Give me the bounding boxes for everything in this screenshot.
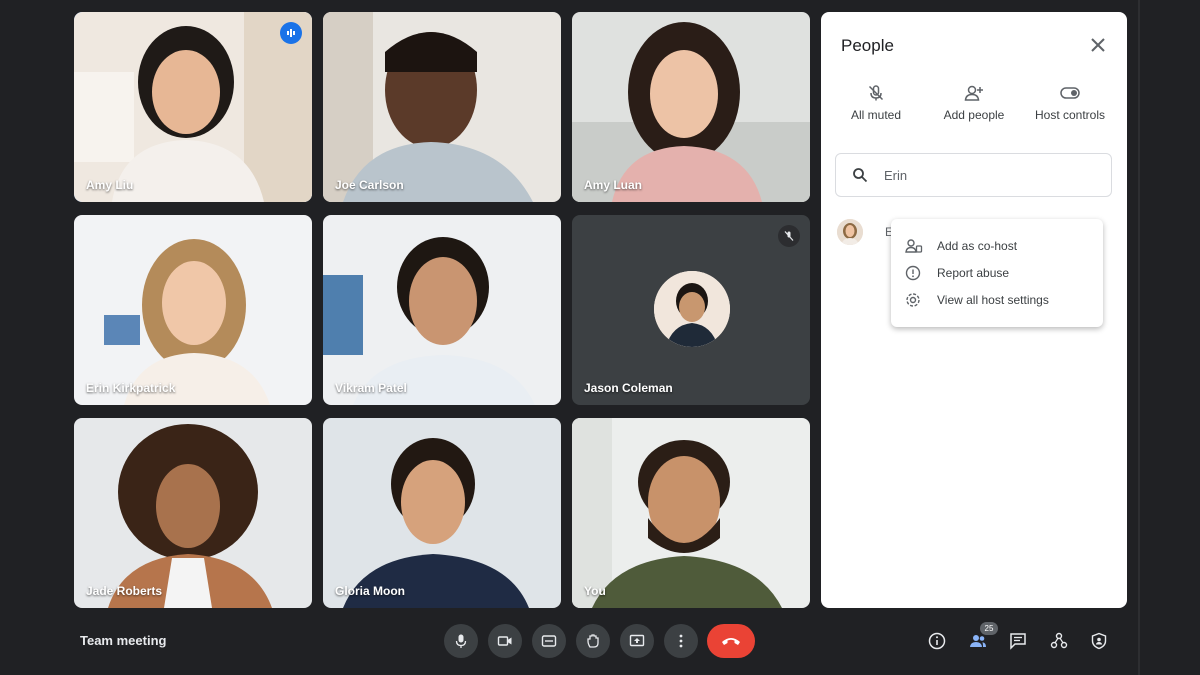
menu-item-label: Report abuse xyxy=(937,266,1010,280)
mic-off-icon xyxy=(784,231,794,241)
meeting-info-icon[interactable] xyxy=(928,632,946,650)
more-options-button[interactable] xyxy=(664,624,698,658)
all-muted-button[interactable]: All muted xyxy=(831,84,921,122)
meeting-title: Team meeting xyxy=(80,633,167,648)
menu-item-label: View all host settings xyxy=(937,293,1049,307)
speaking-indicator xyxy=(280,22,302,44)
participant-video xyxy=(74,215,312,405)
avatar xyxy=(837,219,863,245)
participant-name: Joe Carlson xyxy=(335,178,404,192)
menu-item-add-cohost[interactable]: Add as co-host xyxy=(905,236,1095,256)
raise-hand-button[interactable] xyxy=(576,624,610,658)
search-input[interactable] xyxy=(884,167,1084,183)
participant-video xyxy=(323,12,561,202)
people-count-badge: 25 xyxy=(980,622,998,635)
participant-tile[interactable]: Amy Liu xyxy=(74,12,312,202)
participant-tile[interactable]: You xyxy=(572,418,810,608)
close-icon[interactable] xyxy=(1089,36,1107,54)
present-button[interactable] xyxy=(620,624,654,658)
people-search[interactable] xyxy=(835,153,1112,197)
participant-name: Vikram Patel xyxy=(335,381,407,395)
menu-item-host-settings[interactable]: View all host settings xyxy=(905,290,1095,310)
participant-video xyxy=(572,12,810,202)
participant-video xyxy=(74,12,312,202)
muted-indicator xyxy=(778,225,800,247)
avatar xyxy=(654,271,730,347)
participant-video xyxy=(323,215,561,405)
participant-tile[interactable]: Gloria Moon xyxy=(323,418,561,608)
mic-icon xyxy=(455,634,467,648)
cohost-icon xyxy=(905,239,923,253)
window-edge xyxy=(1138,0,1140,675)
host-controls-label: Host controls xyxy=(1034,108,1106,122)
meet-window: Amy Liu Joe Carlson Amy Luan Erin Kirkpa… xyxy=(0,0,1200,675)
participant-name: Amy Luan xyxy=(584,178,643,192)
search-icon xyxy=(853,168,868,183)
participant-name: Erin Kirkpatrick xyxy=(86,381,176,395)
report-icon xyxy=(905,265,921,281)
participant-tile[interactable]: Erin Kirkpatrick xyxy=(74,215,312,405)
participant-video xyxy=(572,418,810,608)
participant-tile[interactable]: Jason Coleman xyxy=(572,215,810,405)
end-call-button[interactable] xyxy=(707,624,755,658)
participant-tile[interactable]: Joe Carlson xyxy=(323,12,561,202)
participant-name: Gloria Moon xyxy=(335,584,405,598)
add-people-button[interactable]: Add people xyxy=(929,84,1019,122)
captions-icon xyxy=(541,635,557,647)
camera-button[interactable] xyxy=(488,624,522,658)
menu-item-label: Add as co-host xyxy=(937,239,1018,253)
add-people-label: Add people xyxy=(943,108,1005,122)
toggle-icon xyxy=(1060,87,1080,99)
participant-name: You xyxy=(584,584,606,598)
more-vert-icon xyxy=(679,634,683,648)
camera-icon xyxy=(497,636,512,646)
participant-tile[interactable]: Amy Luan xyxy=(572,12,810,202)
panel-title: People xyxy=(841,36,894,55)
participant-tile[interactable]: Jade Roberts xyxy=(74,418,312,608)
all-muted-label: All muted xyxy=(850,108,902,122)
hand-icon xyxy=(587,634,599,648)
mic-button[interactable] xyxy=(444,624,478,658)
participant-video xyxy=(74,418,312,608)
activities-icon[interactable] xyxy=(1050,632,1068,650)
participant-tile[interactable]: Vikram Patel xyxy=(323,215,561,405)
hang-up-icon xyxy=(722,638,740,645)
add-person-icon xyxy=(964,85,983,101)
participant-name: Jade Roberts xyxy=(86,584,163,598)
volume-icon xyxy=(287,29,295,37)
participant-name: Jason Coleman xyxy=(584,381,673,395)
mic-off-icon xyxy=(868,85,884,101)
chat-icon[interactable] xyxy=(1009,632,1027,650)
host-controls-button[interactable]: Host controls xyxy=(1025,84,1115,122)
menu-item-report-abuse[interactable]: Report abuse xyxy=(905,263,1095,283)
present-screen-icon xyxy=(629,634,645,647)
settings-icon xyxy=(906,293,920,307)
participant-video xyxy=(323,418,561,608)
participant-name: Amy Liu xyxy=(86,178,134,192)
captions-button[interactable] xyxy=(532,624,566,658)
host-controls-shield-icon[interactable] xyxy=(1090,632,1108,650)
participant-context-menu: Add as co-host Report abuse View all hos… xyxy=(891,219,1103,327)
